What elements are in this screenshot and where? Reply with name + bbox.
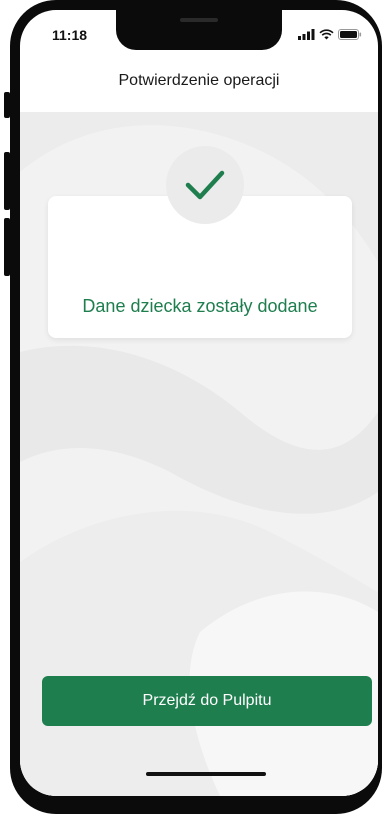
volume-down-button	[4, 218, 10, 276]
wifi-icon	[319, 28, 334, 39]
checkmark-icon	[185, 170, 225, 200]
notch	[116, 10, 282, 50]
cellular-signal-icon	[298, 28, 315, 40]
go-to-dashboard-button[interactable]: Przejdź do Pulpitu	[42, 676, 372, 726]
success-message: Dane dziecka zostały dodane	[82, 296, 318, 316]
status-icons	[298, 28, 362, 40]
success-badge	[166, 146, 244, 224]
status-bar: 11:18	[20, 10, 378, 54]
battery-icon	[338, 28, 362, 40]
volume-up-button	[4, 152, 10, 210]
phone-screen: 11:18 Potwierdzenie operacji Dane dzieck…	[20, 10, 378, 796]
mute-switch	[4, 92, 10, 118]
home-indicator[interactable]	[146, 772, 266, 776]
page-title: Potwierdzenie operacji	[118, 72, 280, 89]
speaker	[180, 18, 218, 22]
status-time: 11:18	[52, 27, 88, 43]
